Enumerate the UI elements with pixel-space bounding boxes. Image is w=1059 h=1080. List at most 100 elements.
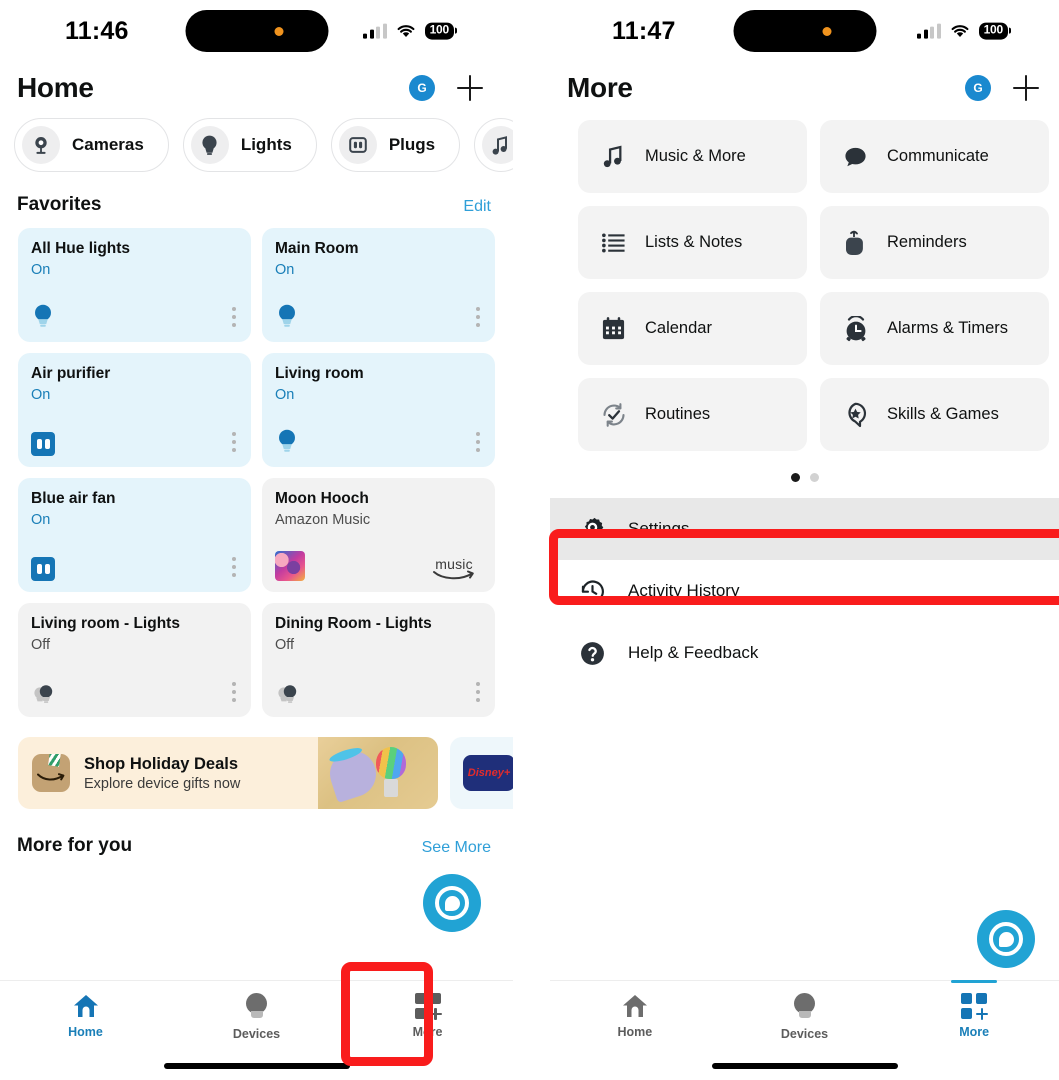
chip-plugs[interactable]: Plugs xyxy=(330,118,461,172)
amazon-smile-icon xyxy=(433,570,474,580)
tab-home[interactable]: Home xyxy=(0,993,171,1039)
tab-more[interactable]: More xyxy=(889,980,1059,1039)
status-bar-time: 11:46 xyxy=(65,16,129,45)
avatar[interactable]: G xyxy=(409,75,435,101)
amazon-music-logo: music xyxy=(432,556,476,581)
device-name: Main Room xyxy=(275,240,359,257)
menu-row-settings[interactable]: Settings xyxy=(550,498,1059,560)
finger-string-icon xyxy=(842,229,869,256)
tile-skills-and-games[interactable]: Skills & Games xyxy=(820,378,1049,451)
favorites-section-header: Favorites Edit xyxy=(0,172,513,228)
page-dot[interactable] xyxy=(809,473,819,482)
list-icon xyxy=(600,229,627,256)
album-art xyxy=(275,551,305,581)
favorite-card[interactable]: Living room - Lights Off xyxy=(18,603,251,717)
page-title: More xyxy=(567,72,633,103)
tab-home[interactable]: Home xyxy=(550,993,720,1039)
battery-indicator: 100 xyxy=(424,22,457,40)
music-note-icon xyxy=(600,143,627,170)
media-title: Moon Hooch xyxy=(275,490,369,507)
device-state: Off xyxy=(275,636,295,653)
menu-row-activity-history[interactable]: Activity History xyxy=(550,560,1059,622)
battery-nub xyxy=(1009,27,1011,34)
lightbulb-icon xyxy=(190,126,229,164)
more-for-you-header: More for you See More xyxy=(0,809,513,857)
tab-label: More xyxy=(412,1025,443,1039)
device-state: On xyxy=(31,511,51,528)
status-bar-time: 11:47 xyxy=(612,16,676,45)
favorite-card[interactable]: Main Room On xyxy=(262,228,495,342)
menu-row-label: Settings xyxy=(628,519,690,538)
cellular-signal-icon xyxy=(917,23,941,39)
card-overflow-menu[interactable] xyxy=(230,678,238,706)
device-state: On xyxy=(31,261,51,278)
media-card[interactable]: Moon Hooch Amazon Music music xyxy=(262,478,495,592)
battery-nub xyxy=(455,27,457,34)
card-overflow-menu[interactable] xyxy=(474,303,482,331)
lightbulb-icon[interactable] xyxy=(275,428,299,456)
history-clock-icon xyxy=(578,577,606,605)
favorite-card[interactable]: All Hue lights On xyxy=(18,228,251,342)
promo-carousel[interactable]: Shop Holiday Deals Explore device gifts … xyxy=(0,717,513,809)
tile-label: Calendar xyxy=(645,319,712,337)
device-name: All Hue lights xyxy=(31,240,131,257)
lightbulb-icon[interactable] xyxy=(275,680,301,706)
tile-lists-and-notes[interactable]: Lists & Notes xyxy=(578,206,807,279)
alexa-button[interactable] xyxy=(977,910,1035,968)
promo-card-disney-plus[interactable]: Disney+ xyxy=(450,737,513,809)
battery-percentage: 100 xyxy=(978,22,1008,40)
card-overflow-menu[interactable] xyxy=(474,678,482,706)
lightbulb-icon xyxy=(244,993,270,1021)
plus-icon[interactable] xyxy=(1013,75,1039,101)
section-title: More for you xyxy=(17,835,133,856)
tile-routines[interactable]: Routines xyxy=(578,378,807,451)
plus-icon[interactable] xyxy=(457,75,483,101)
carousel-page-dots[interactable] xyxy=(550,451,1059,482)
edit-favorites-link[interactable]: Edit xyxy=(463,198,491,216)
page-dot-active[interactable] xyxy=(790,473,800,482)
grid-plus-icon xyxy=(414,993,442,1020)
favorite-card[interactable]: Blue air fan On xyxy=(18,478,251,592)
see-more-link[interactable]: See More xyxy=(422,839,491,857)
tile-music-and-more[interactable]: Music & More xyxy=(578,120,807,193)
chip-lights[interactable]: Lights xyxy=(182,118,317,172)
card-overflow-menu[interactable] xyxy=(230,303,238,331)
category-chip-row[interactable]: Cameras Lights Plugs xyxy=(0,110,513,172)
tile-reminders[interactable]: Reminders xyxy=(820,206,1049,279)
plug-icon[interactable] xyxy=(31,432,55,456)
menu-row-help-and-feedback[interactable]: Help & Feedback xyxy=(550,622,1059,684)
tile-label: Lists & Notes xyxy=(645,233,743,251)
card-overflow-menu[interactable] xyxy=(230,553,238,581)
status-bar-indicators: 100 xyxy=(917,22,1011,40)
card-overflow-menu[interactable] xyxy=(474,428,482,456)
plug-icon[interactable] xyxy=(31,557,55,581)
card-overflow-menu[interactable] xyxy=(230,428,238,456)
page-title: Home xyxy=(17,72,94,103)
favorite-card[interactable]: Air purifier On xyxy=(18,353,251,467)
alexa-button[interactable] xyxy=(423,874,481,932)
lightbulb-icon[interactable] xyxy=(275,303,299,331)
app-header: Home G xyxy=(0,62,513,110)
tile-communicate[interactable]: Communicate xyxy=(820,120,1049,193)
tab-devices[interactable]: Devices xyxy=(720,993,890,1041)
avatar[interactable]: G xyxy=(965,75,991,101)
more-tile-grid: Music & More Communicate Lists & Notes R… xyxy=(550,110,1059,451)
tile-alarms-and-timers[interactable]: Alarms & Timers xyxy=(820,292,1049,365)
left-phone-screen: 11:46 100 Home G Cameras Lights Plugs Fa… xyxy=(0,0,513,1080)
promo-card-holiday-deals[interactable]: Shop Holiday Deals Explore device gifts … xyxy=(18,737,438,809)
header-actions: G xyxy=(409,75,483,101)
routines-check-icon xyxy=(600,401,627,428)
favorite-card[interactable]: Dining Room - Lights Off xyxy=(262,603,495,717)
tab-label: Home xyxy=(617,1025,653,1039)
chip-cameras[interactable]: Cameras xyxy=(14,118,169,172)
tile-calendar[interactable]: Calendar xyxy=(578,292,807,365)
favorite-card[interactable]: Living room On xyxy=(262,353,495,467)
device-name: Living room - Lights xyxy=(31,615,180,632)
speech-bubble-icon xyxy=(842,143,869,170)
lightbulb-icon[interactable] xyxy=(31,680,57,706)
tab-more[interactable]: More xyxy=(342,993,513,1039)
dynamic-island xyxy=(185,10,328,52)
chip-music[interactable] xyxy=(474,118,513,172)
tab-devices[interactable]: Devices xyxy=(171,993,342,1041)
lightbulb-icon[interactable] xyxy=(31,303,55,331)
